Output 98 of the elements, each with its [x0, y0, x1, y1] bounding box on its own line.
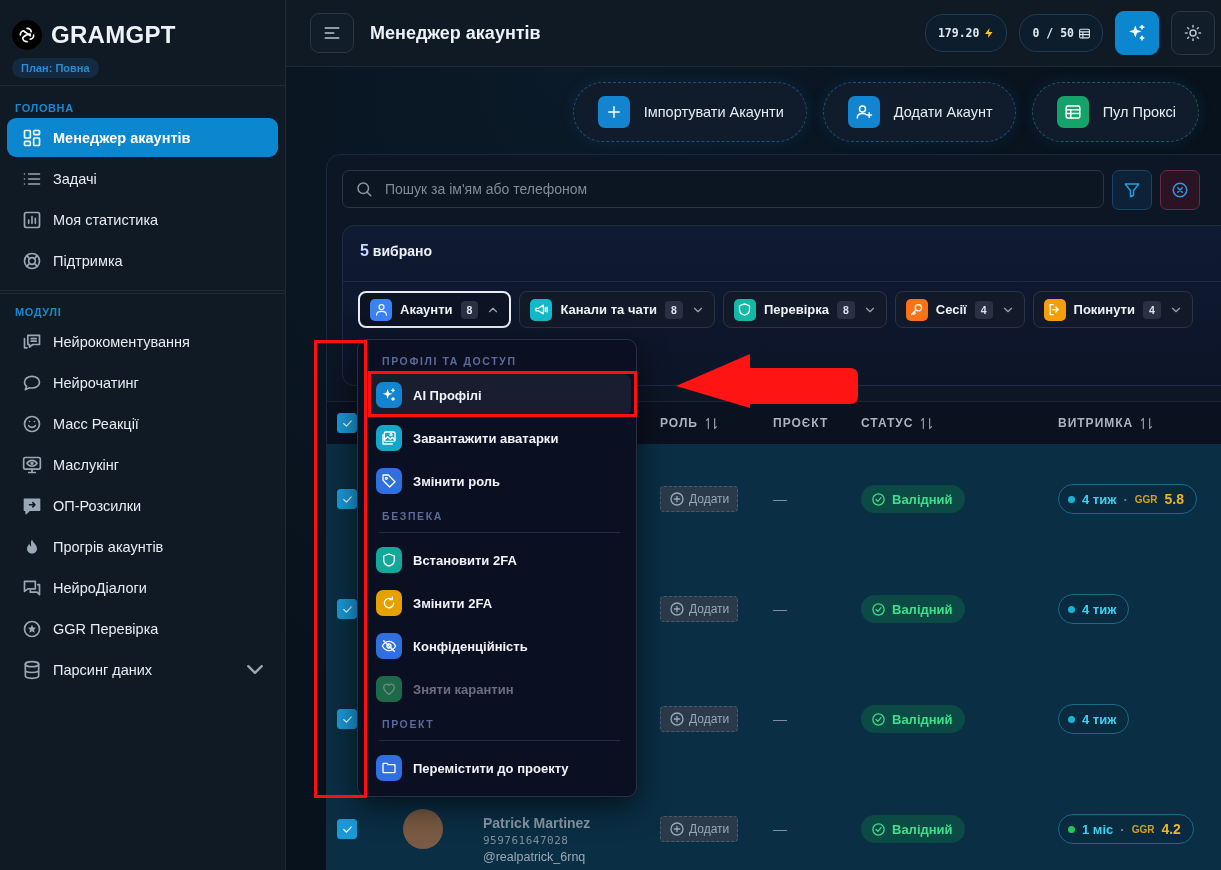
sort-icon — [703, 415, 719, 431]
menu-item[interactable]: Перемістити до проекту — [368, 747, 631, 789]
action-category-button[interactable]: Сесії 4 — [894, 291, 1025, 328]
action-category-button[interactable]: Канали та чати 8 — [519, 291, 715, 328]
menu-item[interactable]: Встановити 2FA — [368, 539, 631, 581]
sidebar-item[interactable]: Нейрочатинг — [7, 363, 278, 402]
sidebar-item[interactable]: ОП-Розсилки — [7, 486, 278, 525]
row-checkbox[interactable] — [337, 489, 357, 509]
add-role-button[interactable]: Додати — [660, 596, 739, 622]
ai-button[interactable] — [1115, 11, 1159, 55]
plus-circle-icon — [669, 491, 685, 507]
row-checkbox[interactable] — [337, 709, 357, 729]
hold-badge: 4 тиж · GGR 5.8 — [1058, 484, 1197, 514]
status-badge: Валідний — [861, 485, 965, 513]
row-checkbox[interactable] — [337, 819, 357, 839]
sidebar-item[interactable]: Задачі — [7, 159, 278, 198]
add-account-button[interactable]: Додати Акаунт — [822, 82, 1016, 142]
sidebar-item[interactable]: Маслукінг — [7, 445, 278, 484]
menu-item[interactable]: Змінити роль — [368, 460, 631, 502]
check-circle-icon — [871, 821, 886, 837]
monitor-eye-icon — [22, 454, 42, 475]
status-badge: Валідний — [861, 815, 965, 843]
project-cell: — — [773, 821, 787, 837]
phone-number: 959761647028 — [483, 833, 570, 847]
column-header[interactable]: СТАТУС — [861, 416, 914, 430]
table-icon — [1078, 26, 1091, 40]
section-title: МОДУЛІ — [14, 306, 63, 320]
action-category-button[interactable]: Покинути 4 — [1032, 291, 1193, 328]
sun-icon — [1184, 24, 1202, 42]
balance-badge: 179.20 — [924, 14, 1008, 52]
hold-badge: 1 міс · GGR 4.2 — [1058, 814, 1194, 844]
sidebar-item[interactable]: Нейрокоментування — [7, 322, 278, 361]
sidebar-item[interactable]: Парсинг даних — [7, 650, 278, 689]
account-name: Patrick Martinez — [483, 814, 592, 831]
search-field[interactable]: Пошук за ім'ям або телефоном — [342, 170, 1104, 208]
action-category-button[interactable]: Перевірка 8 — [722, 291, 887, 328]
close-icon — [1171, 181, 1189, 199]
add-role-button[interactable]: Додати — [660, 486, 739, 512]
grid-icon — [22, 127, 42, 148]
sidebar-item[interactable]: Менеджер акаунтів — [7, 118, 278, 157]
row-checkbox[interactable] — [337, 599, 357, 619]
plus-circle-icon — [669, 711, 685, 727]
sidebar-item[interactable]: НейроДіалоги — [7, 568, 278, 607]
bar-chart-icon — [22, 209, 42, 230]
action-category-button[interactable]: Акаунти 8 — [358, 291, 512, 328]
menu-group-title: ПРОФІЛІ ТА ДОСТУП — [381, 354, 518, 369]
menu-item[interactable]: Конфіденційність — [368, 625, 631, 667]
check-circle-icon — [871, 491, 886, 507]
sidebar-item[interactable]: GGR Перевірка — [7, 609, 278, 648]
menu-group-title: ПРОЕКТ — [381, 717, 436, 732]
menu-item[interactable]: Завантажити аватарки — [368, 417, 631, 459]
project-cell: — — [773, 601, 787, 617]
sort-icon — [919, 415, 935, 431]
menu-item[interactable]: AI Профілі — [368, 374, 631, 416]
import-accounts-button[interactable]: Імпортувати Акаунти — [572, 82, 807, 142]
column-header[interactable]: РОЛЬ — [660, 416, 698, 430]
column-header[interactable]: ПРОЄКТ — [773, 416, 829, 430]
project-cell: — — [773, 491, 787, 507]
database-icon — [22, 659, 42, 680]
column-header[interactable]: ВИТРИМКА — [1058, 416, 1134, 430]
plan-badge: План: Повна — [12, 58, 99, 78]
selected-count: 5 вибрано — [360, 243, 432, 259]
page-title: Менеджер акаунтів — [370, 22, 541, 44]
hold-badge: 4 тиж — [1058, 704, 1130, 734]
filter-icon — [1123, 181, 1141, 199]
menu-item[interactable]: Змінити 2FA — [368, 582, 631, 624]
check-circle-icon — [871, 711, 886, 727]
select-all-checkbox[interactable] — [337, 413, 357, 433]
menu-group-title: БЕЗПЕКА — [381, 509, 444, 524]
search-icon — [355, 180, 373, 198]
filter-button[interactable] — [1112, 170, 1152, 210]
hold-badge: 4 тиж — [1058, 594, 1130, 624]
project-cell: — — [773, 711, 787, 727]
sparkle-icon — [1127, 23, 1147, 43]
section-title: ГОЛОВНА — [14, 102, 75, 116]
search-input[interactable]: Пошук за ім'ям або телефоном — [383, 180, 1091, 198]
status-badge: Валідний — [861, 705, 965, 733]
sidebar-item[interactable]: Підтримка — [7, 241, 278, 280]
app-logo-text: GRAMGPT — [51, 21, 176, 49]
sidebar-item[interactable]: Прогрів акаунтів — [7, 527, 278, 566]
sidebar-item[interactable]: Масс Реакції — [7, 404, 278, 443]
proxy-counter: 0 / 50 — [1019, 14, 1103, 52]
clear-button[interactable] — [1160, 170, 1200, 210]
status-badge: Валідний — [861, 595, 965, 623]
theme-toggle-button[interactable] — [1171, 11, 1215, 55]
add-role-button[interactable]: Додати — [660, 816, 739, 842]
sidebar-item[interactable]: Моя статистика — [7, 200, 278, 239]
check-circle-icon — [871, 601, 886, 617]
smiley-icon — [22, 413, 42, 434]
username: @realpatrick_6rnq — [483, 849, 587, 864]
plus-circle-icon — [669, 601, 685, 617]
add-role-button[interactable]: Додати — [660, 706, 739, 732]
menu-button[interactable] — [310, 13, 354, 53]
lifebuoy-icon — [22, 250, 42, 271]
sort-icon — [1139, 415, 1155, 431]
avatar-photo-placeholder — [403, 809, 443, 849]
proxy-pool-button[interactable]: Пул Проксі — [1031, 82, 1199, 142]
plus-circle-icon — [669, 821, 685, 837]
